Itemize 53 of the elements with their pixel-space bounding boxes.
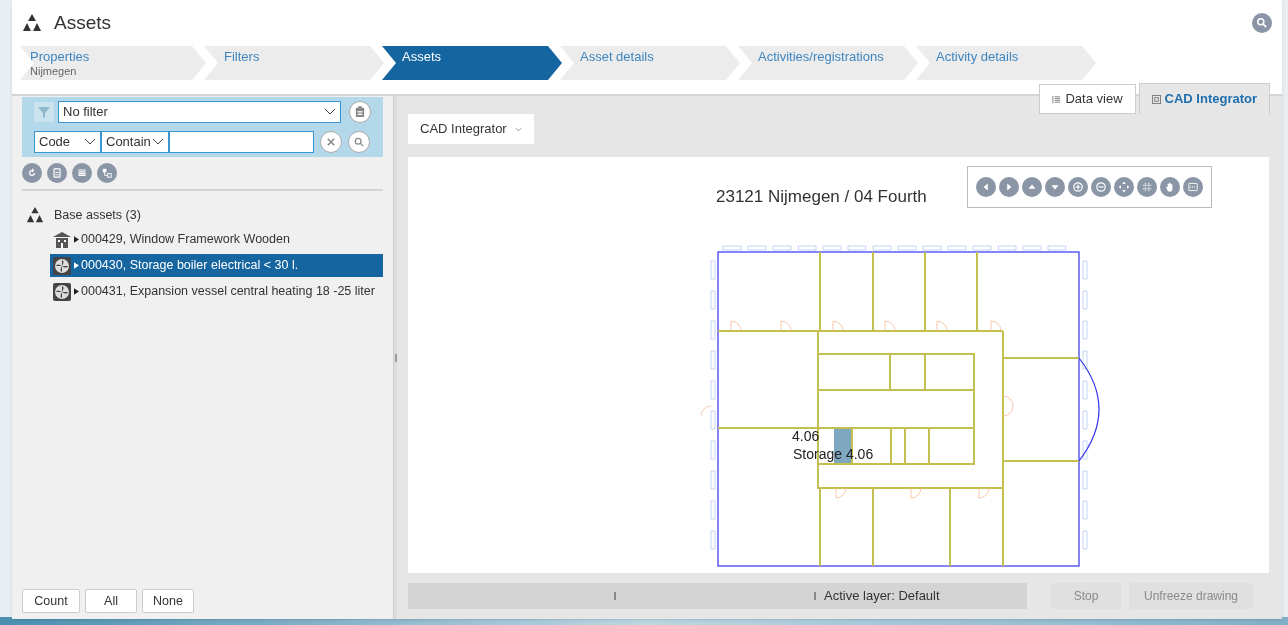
select-button[interactable]: None [142,589,194,613]
move-icon[interactable] [1113,177,1134,197]
clear-button[interactable] [320,131,342,153]
fit-icon[interactable] [1136,177,1157,197]
zoom-in-icon[interactable] [1067,177,1088,197]
expand-arrow-icon [74,236,79,243]
pdf-icon[interactable] [1182,177,1203,197]
triangles-icon [26,206,44,224]
chevron-icon [514,126,522,132]
hand-icon[interactable] [1159,177,1180,197]
select-button[interactable]: All [85,589,137,613]
criteria-dropdown[interactable]: Contain [101,131,169,153]
clipboard-button[interactable] [349,101,371,123]
clipboard-icon [355,106,365,118]
chevron-icon [152,138,164,146]
search-button[interactable] [348,131,370,153]
expand-arrow-icon [74,262,79,269]
search-input[interactable] [169,131,314,153]
fan-icon [52,281,72,302]
criteria-dropdown[interactable]: Code [34,131,101,153]
select-button[interactable]: Count [22,589,80,613]
refresh-icon[interactable] [22,163,42,183]
building-icon [52,229,72,250]
tree-root-label[interactable]: Base assets (3) [54,205,141,225]
list-icon[interactable] [72,163,92,183]
triangles-icon [22,13,42,33]
filter-icon[interactable] [34,102,54,122]
chevron-icon [84,138,96,146]
tree-item[interactable]: 000431, Expansion vessel central heating 18 -25 liter [50,280,383,303]
tree-item[interactable]: 000430, Storage boiler electrical < 30 l. [50,254,383,277]
tree-item[interactable]: 000429, Window Framework Wooden [50,228,383,251]
window-icon [1151,94,1161,104]
fan-icon [52,255,72,276]
splitter-handle[interactable] [394,353,397,362]
hierarchy-icon[interactable] [97,163,117,183]
calculator-icon[interactable] [47,163,67,183]
search-icon[interactable] [1252,13,1272,33]
filter-dropdown[interactable]: No filter [58,101,341,123]
breadcrumb-step[interactable]: Properties Nijmegen [20,46,206,80]
view-tab[interactable]: CAD Integrator [1138,83,1270,114]
view-tab[interactable]: Data view [1039,84,1136,114]
module-dropdown[interactable]: CAD Integrator [408,114,534,144]
zoom-out-icon[interactable] [1090,177,1111,197]
step-subtitle: Nijmegen [30,65,78,78]
list-icon [1052,94,1062,104]
chevron-icon [324,108,336,116]
breadcrumb-step[interactable]: Assets [382,46,562,80]
page-title: Assets [54,10,112,35]
drawing-title: 23121 Nijmegen / 04 Fourth [716,186,927,208]
expand-arrow-icon [74,288,79,295]
close-icon [327,138,335,146]
active-layer-label: Active layer: Default [824,587,940,606]
search-icon [354,137,364,147]
